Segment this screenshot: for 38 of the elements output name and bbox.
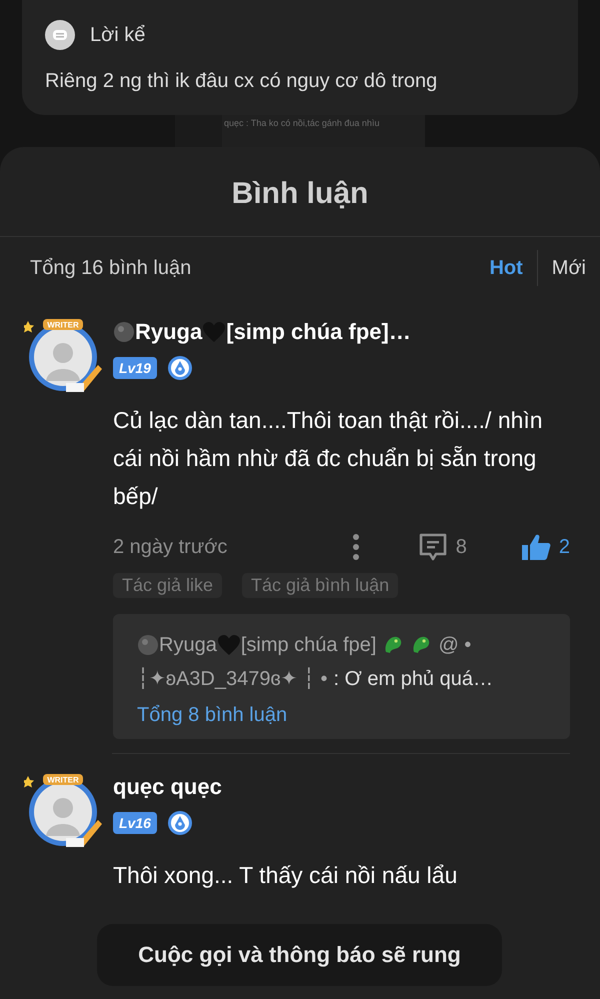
- comment-time: 2 ngày trước: [113, 536, 228, 558]
- reply-author: @ •: [438, 633, 472, 658]
- reply-icon[interactable]: [418, 532, 448, 562]
- sheet-title: Bình luận: [0, 147, 600, 237]
- reply-count: 8: [456, 536, 467, 558]
- reply-author: Ryuga: [159, 633, 217, 658]
- rank-icon: [166, 810, 193, 836]
- story-text: Riêng 2 ng thì ik đâu cx có nguy cơ dô trong: [45, 70, 438, 93]
- reply-mention: ┆✦ʚA3D_3479ɞ✦ ┆ •: [137, 666, 328, 692]
- author-tag: Tác giả like: [113, 573, 222, 598]
- narration-icon: [45, 20, 75, 50]
- user-name[interactable]: Ryuga: [135, 319, 202, 345]
- ball-emoji-icon: [113, 321, 135, 343]
- user-name[interactable]: quẹc quẹc: [113, 774, 222, 800]
- heart-emoji-icon: [216, 634, 241, 656]
- screenshot-text: quẹc : Tha ko có nồi,tác gánh đua nhìu: [224, 118, 380, 128]
- frame-label: WRITER: [47, 776, 79, 784]
- more-icon[interactable]: [352, 533, 360, 561]
- comment-total: Tổng 16 bình luận: [30, 256, 192, 280]
- like-count: 2: [558, 536, 570, 558]
- comment-text: Thôi xong... T thấy cái nồi nấu lẩu: [113, 861, 458, 890]
- ball-emoji-icon: [137, 634, 159, 656]
- reply-text: : Ơ em phủ quá…: [334, 667, 493, 692]
- user-name[interactable]: [simp chúa fpe]…: [226, 319, 411, 345]
- reply-author: [simp chúa fpe]: [240, 633, 376, 658]
- like-icon[interactable]: [520, 533, 551, 561]
- view-replies-link[interactable]: Tổng 8 bình luận: [137, 704, 288, 727]
- level-badge: Lv16: [113, 812, 157, 834]
- sort-tab[interactable]: Mới: [538, 252, 600, 284]
- level-badge: Lv19: [113, 357, 157, 379]
- reply-preview-card[interactable]: Ryuga [simp chúa fpe] @ • ┆✦ʚA3D_3479ɞ✦ ┆ • : Ơ em phủ quá… Tổng 8 bình luận: [113, 614, 570, 739]
- comment-text: Củ lạc dàn tan....Thôi toan thật rồi..../ nhìn cái nồi hầm nhừ đã đc chuẩn bị sẵn trong bếp/: [113, 406, 544, 511]
- sort-tab[interactable]: Hot: [475, 252, 537, 284]
- author-tag: Tác giả bình luận: [242, 573, 398, 598]
- story-title: Lời kể: [90, 24, 146, 46]
- rank-icon: [166, 355, 193, 381]
- toast-message: Cuộc gọi và thông báo sẽ rung: [97, 924, 502, 986]
- frame-label: WRITER: [47, 320, 79, 330]
